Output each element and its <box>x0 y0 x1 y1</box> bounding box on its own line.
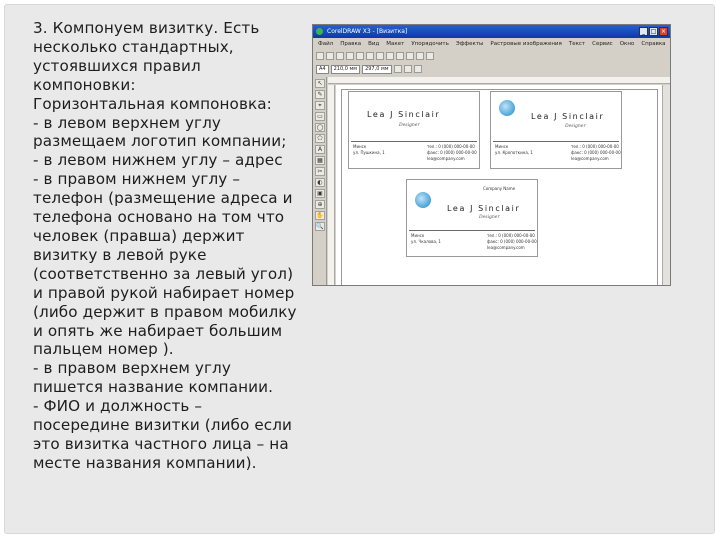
card-divider <box>409 230 535 231</box>
card-phones: тел.: 0 (000) 000-00-00 факс: 0 (000) 00… <box>487 233 537 250</box>
landscape-icon[interactable] <box>403 65 412 73</box>
company-logo-icon <box>415 192 431 208</box>
standard-toolbar <box>313 50 670 62</box>
rectangle-tool-icon[interactable]: ▭ <box>315 112 325 121</box>
card-phones: тел.: 0 (000) 000-00-00 факс: 0 (000) 00… <box>427 144 477 161</box>
paper-height-field[interactable]: 297,0 мм <box>362 64 392 74</box>
menu-text[interactable]: Текст <box>567 39 587 49</box>
menu-edit[interactable]: Правка <box>338 39 363 49</box>
outline-tool-icon[interactable]: ⊕ <box>315 200 325 209</box>
menu-layout[interactable]: Макет <box>384 39 406 49</box>
menu-tools[interactable]: Сервис <box>590 39 615 49</box>
zoom-tool-icon[interactable]: 🔍 <box>315 222 325 231</box>
export-icon[interactable] <box>416 52 424 60</box>
shape-tool-icon[interactable]: ✎ <box>315 90 325 99</box>
window-titlebar: CorelDRAW X3 - [Визитка] _ □ × <box>313 25 670 38</box>
menu-effects[interactable]: Эффекты <box>454 39 486 49</box>
paper-size-select[interactable]: A4 <box>316 64 329 74</box>
slide-body-text: 3. Компонуем визитку. Есть несколько ста… <box>33 19 297 472</box>
card-name: Lea J Sinclair <box>447 204 521 213</box>
paste-icon[interactable] <box>376 52 384 60</box>
minimize-button[interactable]: _ <box>639 27 648 36</box>
ellipse-tool-icon[interactable]: ◯ <box>315 123 325 132</box>
coreldraw-screenshot: CorelDRAW X3 - [Визитка] _ □ × Файл Прав… <box>312 24 671 286</box>
close-button[interactable]: × <box>659 27 668 36</box>
open-icon[interactable] <box>326 52 334 60</box>
business-card[interactable]: Lea J Sinclair Designer Минск ул. Кропот… <box>490 91 622 169</box>
paper-width-field[interactable]: 210,0 мм <box>330 64 361 74</box>
crop-tool-icon[interactable]: ⌖ <box>315 101 325 110</box>
card-address: Минск ул. Чкалова, 1 <box>411 233 441 244</box>
card-company-name: Company Name <box>483 186 516 191</box>
company-logo-icon <box>499 100 515 116</box>
knife-tool-icon[interactable]: ✂ <box>315 167 325 176</box>
card-divider <box>493 141 619 142</box>
business-card[interactable]: Company Name Lea J Sinclair Designer Мин… <box>406 179 538 257</box>
menu-bar: Файл Правка Вид Макет Упорядочить Эффект… <box>313 39 670 49</box>
card-phones: тел.: 0 (000) 000-00-00 факс: 0 (000) 00… <box>571 144 621 161</box>
copy-icon[interactable] <box>366 52 374 60</box>
drawing-canvas[interactable]: Lea J Sinclair Designer Минск ул. Пушкин… <box>336 85 670 285</box>
interactive-fill-icon[interactable]: ▣ <box>315 189 325 198</box>
table-tool-icon[interactable]: ▦ <box>315 156 325 165</box>
portrait-icon[interactable] <box>393 65 402 73</box>
maximize-button[interactable]: □ <box>649 27 658 36</box>
card-address: Минск ул. Пушкина, 1 <box>353 144 385 155</box>
vertical-scrollbar[interactable] <box>662 85 670 285</box>
units-icon[interactable] <box>413 65 422 73</box>
coreldraw-app-icon <box>316 28 323 35</box>
polygon-tool-icon[interactable]: ⬠ <box>315 134 325 143</box>
new-icon[interactable] <box>316 52 324 60</box>
window-title: CorelDRAW X3 - [Визитка] <box>327 28 408 35</box>
pan-tool-icon[interactable]: ✋ <box>315 211 325 220</box>
card-role: Designer <box>479 215 500 220</box>
print-icon[interactable] <box>346 52 354 60</box>
cut-icon[interactable] <box>356 52 364 60</box>
menu-view[interactable]: Вид <box>366 39 381 49</box>
pick-tool-icon[interactable]: ↖ <box>315 79 325 88</box>
text-tool-icon[interactable]: A <box>315 145 325 154</box>
menu-window[interactable]: Окно <box>618 39 637 49</box>
redo-icon[interactable] <box>396 52 404 60</box>
fill-tool-icon[interactable]: ◐ <box>315 178 325 187</box>
card-role: Designer <box>399 123 420 128</box>
slide-frame: 3. Компонуем визитку. Есть несколько ста… <box>4 4 715 534</box>
card-address: Минск ул. Кропоткина, 1 <box>495 144 533 155</box>
card-divider <box>351 141 477 142</box>
horizontal-ruler[interactable] <box>328 77 670 84</box>
save-icon[interactable] <box>336 52 344 60</box>
menu-help[interactable]: Справка <box>639 39 667 49</box>
menu-arrange[interactable]: Упорядочить <box>409 39 451 49</box>
undo-icon[interactable] <box>386 52 394 60</box>
card-name: Lea J Sinclair <box>367 110 441 119</box>
property-bar: A4 210,0 мм 297,0 мм <box>313 63 670 75</box>
menu-file[interactable]: Файл <box>316 39 335 49</box>
card-role: Designer <box>565 124 586 129</box>
import-icon[interactable] <box>406 52 414 60</box>
zoom-icon[interactable] <box>426 52 434 60</box>
card-name: Lea J Sinclair <box>531 112 605 121</box>
window-controls: _ □ × <box>639 27 668 36</box>
toolbox: ↖ ✎ ⌖ ▭ ◯ ⬠ A ▦ ✂ ◐ ▣ ⊕ ✋ 🔍 <box>313 77 327 285</box>
business-card[interactable]: Lea J Sinclair Designer Минск ул. Пушкин… <box>348 91 480 169</box>
menu-bitmaps[interactable]: Растровые изображения <box>488 39 563 49</box>
vertical-ruler[interactable] <box>328 85 335 285</box>
